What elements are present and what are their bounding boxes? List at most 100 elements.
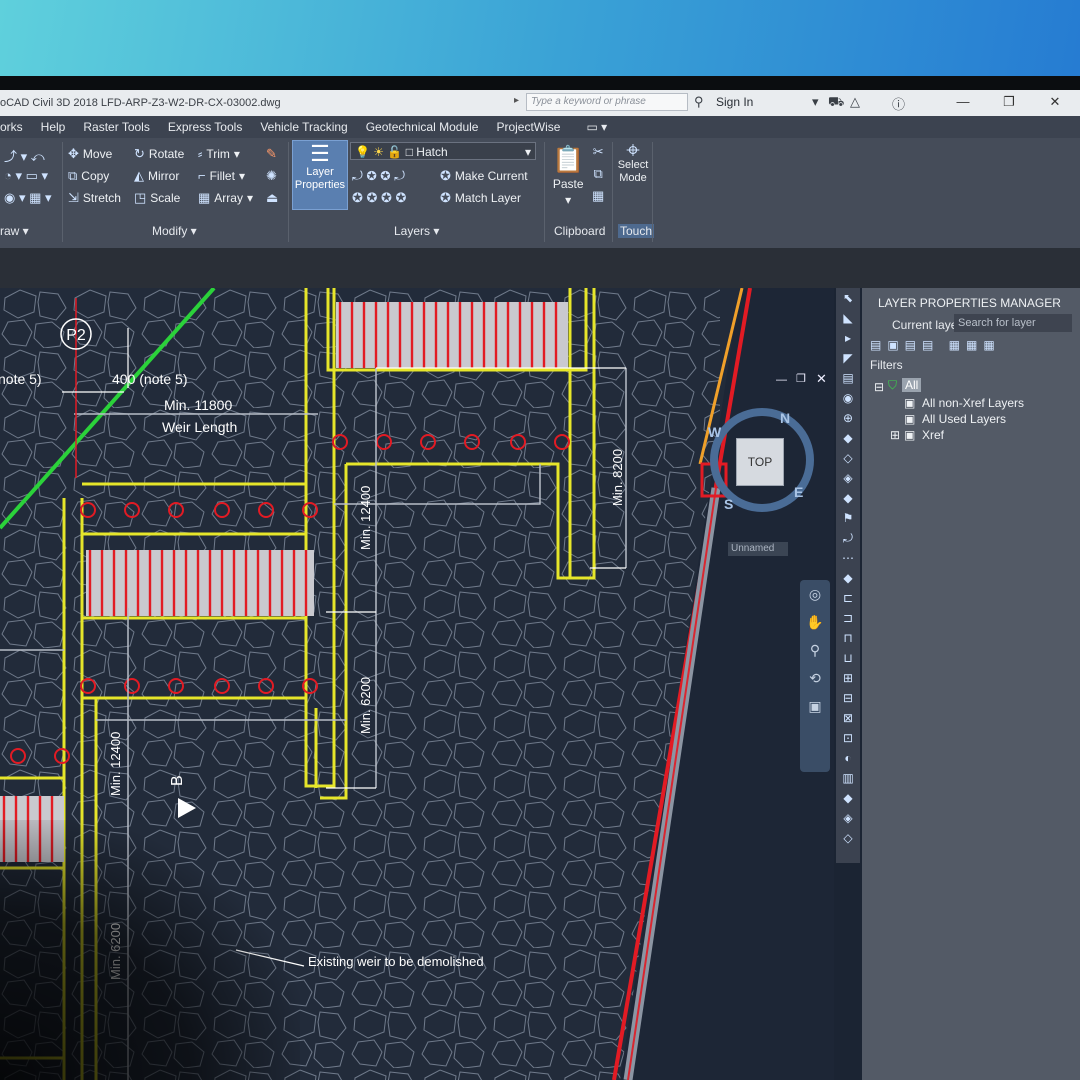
tool-icon[interactable]: ◇ xyxy=(836,828,860,848)
showmotion-icon[interactable]: ▣ xyxy=(800,692,830,720)
menu-item-works[interactable]: orks xyxy=(0,120,23,134)
a360-icon[interactable]: △ xyxy=(850,94,860,110)
compass-north[interactable]: N xyxy=(780,410,790,426)
layer-search-input[interactable]: Search for layer xyxy=(954,314,1072,332)
steering-wheel-icon[interactable]: ◎ xyxy=(800,580,830,608)
layer-toolbar[interactable]: ▤▣▤▤ ▦▦▦ xyxy=(870,338,1001,352)
restore-icon[interactable]: ❐ xyxy=(986,90,1032,116)
touch-panel-label[interactable]: Touch xyxy=(618,224,655,238)
modify-panel-label[interactable]: Modify ▾ xyxy=(152,224,197,238)
cart-icon[interactable]: ⛟ xyxy=(828,94,844,112)
offset-button[interactable]: ⏏ xyxy=(266,190,278,206)
scale-button[interactable]: ◳ Scale xyxy=(134,190,180,206)
draw-panel-label[interactable]: raw ▾ xyxy=(0,224,29,238)
mirror-button[interactable]: ◭ Mirror xyxy=(134,168,179,184)
tool-icon[interactable]: ⋯ xyxy=(836,548,860,568)
layer-dropdown[interactable]: 💡 ☀ 🔓 □ Hatch ▾ xyxy=(350,142,536,160)
array-button[interactable]: ▦ Array ▾ xyxy=(198,190,253,206)
tool-icon[interactable]: ⊟ xyxy=(836,688,860,708)
orbit-icon[interactable]: ⟲ xyxy=(800,664,830,692)
autocad-window: oCAD Civil 3D 2018 LFD-ARP-Z3-W2-DR-CX-0… xyxy=(0,90,1080,1080)
move-button[interactable]: ✥ Move xyxy=(68,146,112,162)
zoom-icon[interactable]: ⚲ xyxy=(800,636,830,664)
ucs-dropdown[interactable]: Unnamed xyxy=(728,542,788,556)
tree-expand-icon[interactable]: ⊞ xyxy=(890,428,900,442)
search-expand-icon[interactable]: ▸ xyxy=(514,95,519,106)
tree-item-non-xref[interactable]: All non-Xref Layers xyxy=(922,396,1024,410)
sign-in-button[interactable]: Sign In xyxy=(716,95,753,109)
tool-icon[interactable]: ⚑ xyxy=(836,508,860,528)
tool-icon[interactable]: ◈ xyxy=(836,468,860,488)
tool-icon[interactable]: ⊠ xyxy=(836,708,860,728)
tool-icon[interactable]: ▸ xyxy=(836,328,860,348)
layer-tools-row-1[interactable]: ⤾ ✪ ✪ ⤾ xyxy=(352,168,405,184)
compass-west[interactable]: W xyxy=(708,424,721,440)
stretch-button[interactable]: ⇲ Stretch xyxy=(68,190,121,206)
match-layer-button[interactable]: ✪ Match Layer xyxy=(440,190,521,206)
menu-item-vehicle-tracking[interactable]: Vehicle Tracking xyxy=(260,120,347,134)
fillet-button[interactable]: ⌐ Fillet ▾ xyxy=(198,168,245,183)
rotate-button[interactable]: ↻ Rotate xyxy=(134,146,184,162)
draw-tools-2[interactable]: ◔ ▾ ▭ ▾ xyxy=(4,168,48,184)
viewport-close-icon[interactable]: ✕ xyxy=(816,371,827,387)
explode-button[interactable]: ✺ xyxy=(266,168,277,184)
clipboard-panel-label[interactable]: Clipboard xyxy=(554,224,605,238)
dropdown-arrow-icon[interactable]: ▾ xyxy=(812,94,819,110)
viewport-minimize-icon[interactable]: — xyxy=(776,374,787,386)
viewport-restore-icon[interactable]: ❐ xyxy=(796,372,806,385)
menu-item-help[interactable]: Help xyxy=(41,120,66,134)
tool-icon[interactable]: ⊔ xyxy=(836,648,860,668)
tree-item-xref[interactable]: Xref xyxy=(922,428,944,442)
draw-tools[interactable]: ⤴ ▾ ⤺ xyxy=(4,146,45,165)
tool-icon[interactable]: ⊏ xyxy=(836,588,860,608)
layer-tools-row-2[interactable]: ✪ ✪ ✪ ✪ xyxy=(352,190,406,206)
binoculars-icon[interactable]: ⚲ xyxy=(694,94,704,110)
tool-icon[interactable]: ◣ xyxy=(836,308,860,328)
tree-item-used-layers[interactable]: All Used Layers xyxy=(922,412,1006,426)
tool-icon[interactable]: ⊕ xyxy=(836,408,860,428)
drawing-canvas[interactable]: P2 note 5) 400 (note 5) Min. 11800 Weir … xyxy=(0,288,834,1080)
ribbon-toggle-icon[interactable]: ▭ ▾ xyxy=(586,120,607,134)
tool-icon[interactable]: ⊞ xyxy=(836,668,860,688)
tool-icon[interactable]: ⬉ xyxy=(836,288,860,308)
menu-item-geotechnical-module[interactable]: Geotechnical Module xyxy=(366,120,479,134)
tree-item-all[interactable]: All xyxy=(902,378,922,392)
tool-icon[interactable]: ◉ xyxy=(836,388,860,408)
layer-properties-button[interactable]: ☰ Layer Properties xyxy=(292,140,348,210)
pan-hand-icon[interactable]: ✋ xyxy=(800,608,830,636)
tool-icon[interactable]: ▥ xyxy=(836,768,860,788)
tool-icon[interactable]: ◆ xyxy=(836,788,860,808)
tool-icon[interactable]: ⤾ xyxy=(836,528,860,548)
menu-item-projectwise[interactable]: ProjectWise xyxy=(496,120,560,134)
help-icon[interactable]: ⓘ xyxy=(892,94,905,113)
tree-collapse-icon[interactable]: ⊟ xyxy=(874,380,884,394)
select-mode-button[interactable]: ⌖ Select Mode xyxy=(616,139,650,185)
menu-item-express-tools[interactable]: Express Tools xyxy=(168,120,242,134)
tool-icon[interactable]: ⊓ xyxy=(836,628,860,648)
tool-icon[interactable]: ▤ xyxy=(836,368,860,388)
trim-button[interactable]: ⸗ Trim ▾ xyxy=(198,146,240,161)
compass-east[interactable]: E xyxy=(794,484,803,500)
tool-icon[interactable]: ⊐ xyxy=(836,608,860,628)
tool-icon[interactable]: ⊡ xyxy=(836,728,860,748)
make-current-button[interactable]: ✪ Make Current xyxy=(440,168,528,184)
compass-south[interactable]: S xyxy=(724,496,733,512)
paste-button[interactable]: 📋 Paste ▾ xyxy=(552,144,584,207)
layers-panel-label[interactable]: Layers ▾ xyxy=(394,224,439,238)
tool-icon[interactable]: ◆ xyxy=(836,428,860,448)
menu-item-raster-tools[interactable]: Raster Tools xyxy=(83,120,149,134)
copy-button[interactable]: ⧉ Copy xyxy=(68,168,109,184)
keyword-search-input[interactable]: Type a keyword or phrase xyxy=(526,93,688,111)
tool-icon[interactable]: ◆ xyxy=(836,568,860,588)
draw-tools-3[interactable]: ◉ ▾ ▦ ▾ xyxy=(4,190,52,206)
erase-button[interactable]: ✎ xyxy=(266,146,277,162)
tool-icon[interactable]: ◈ xyxy=(836,808,860,828)
minimize-icon[interactable]: — xyxy=(940,90,986,116)
close-icon[interactable]: ✕ xyxy=(1032,90,1078,116)
clipboard-small-tools[interactable]: ✂ ⧉ ▦ xyxy=(592,144,604,204)
tool-icon[interactable]: ◐ xyxy=(836,748,860,768)
tool-icon[interactable]: ◇ xyxy=(836,448,860,468)
tool-icon[interactable]: ◆ xyxy=(836,488,860,508)
viewcube-top-face[interactable]: TOP xyxy=(736,438,784,486)
tool-icon[interactable]: ◤ xyxy=(836,348,860,368)
